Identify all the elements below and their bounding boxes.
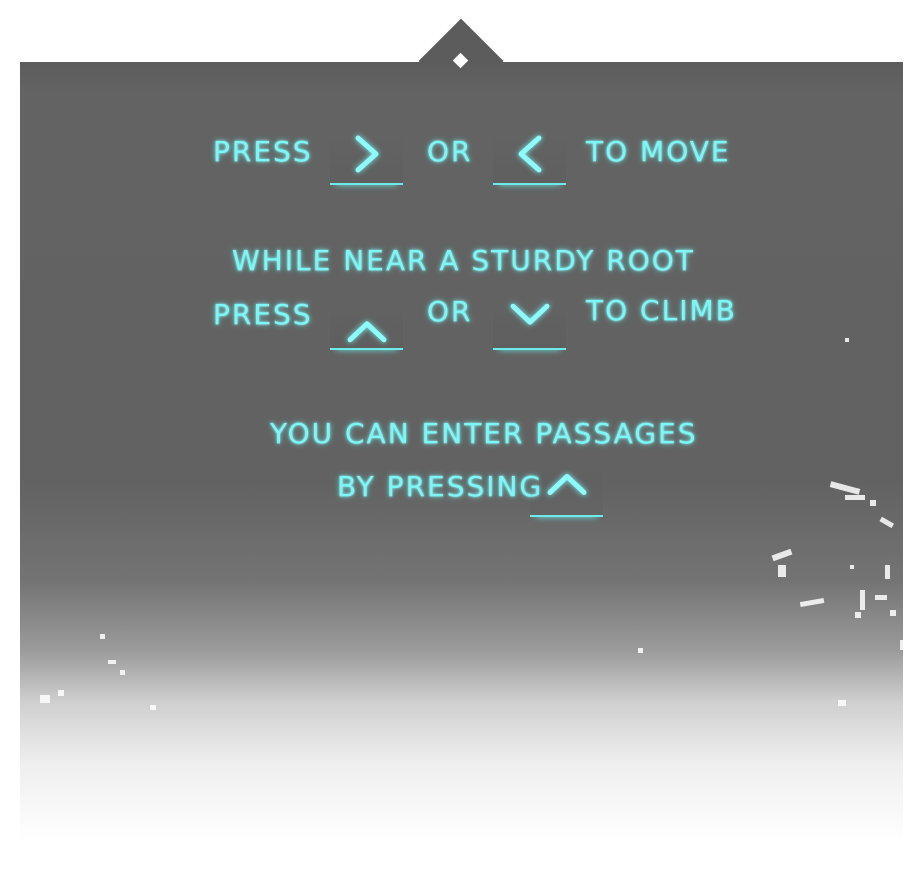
passage-line1-label: YOU CAN ENTER PASSAGES (270, 417, 698, 450)
up-arrow-icon (547, 474, 586, 495)
right-key (330, 133, 403, 185)
up-key-passage (530, 465, 603, 517)
left-key (493, 133, 566, 185)
move-action-label: TO MOVE (586, 135, 731, 168)
tutorial-screen: PRESS OR TO MOVE WHILE NEAR A STURDY ROO… (0, 0, 923, 877)
up-arrow-icon (347, 321, 386, 343)
climb-press-label: PRESS (213, 298, 313, 331)
climb-or-label: OR (427, 295, 473, 328)
climb-action-label: TO CLIMB (586, 294, 737, 327)
down-arrow-icon (510, 303, 549, 325)
right-arrow-icon (355, 135, 378, 173)
climb-condition-label: WHILE NEAR A STURDY ROOT (232, 244, 695, 277)
left-arrow-icon (518, 135, 541, 173)
passage-line2-label: BY PRESSING (337, 470, 544, 503)
move-or-label: OR (427, 135, 473, 168)
move-press-label: PRESS (213, 135, 313, 168)
down-key (493, 298, 566, 350)
up-key (330, 298, 403, 350)
